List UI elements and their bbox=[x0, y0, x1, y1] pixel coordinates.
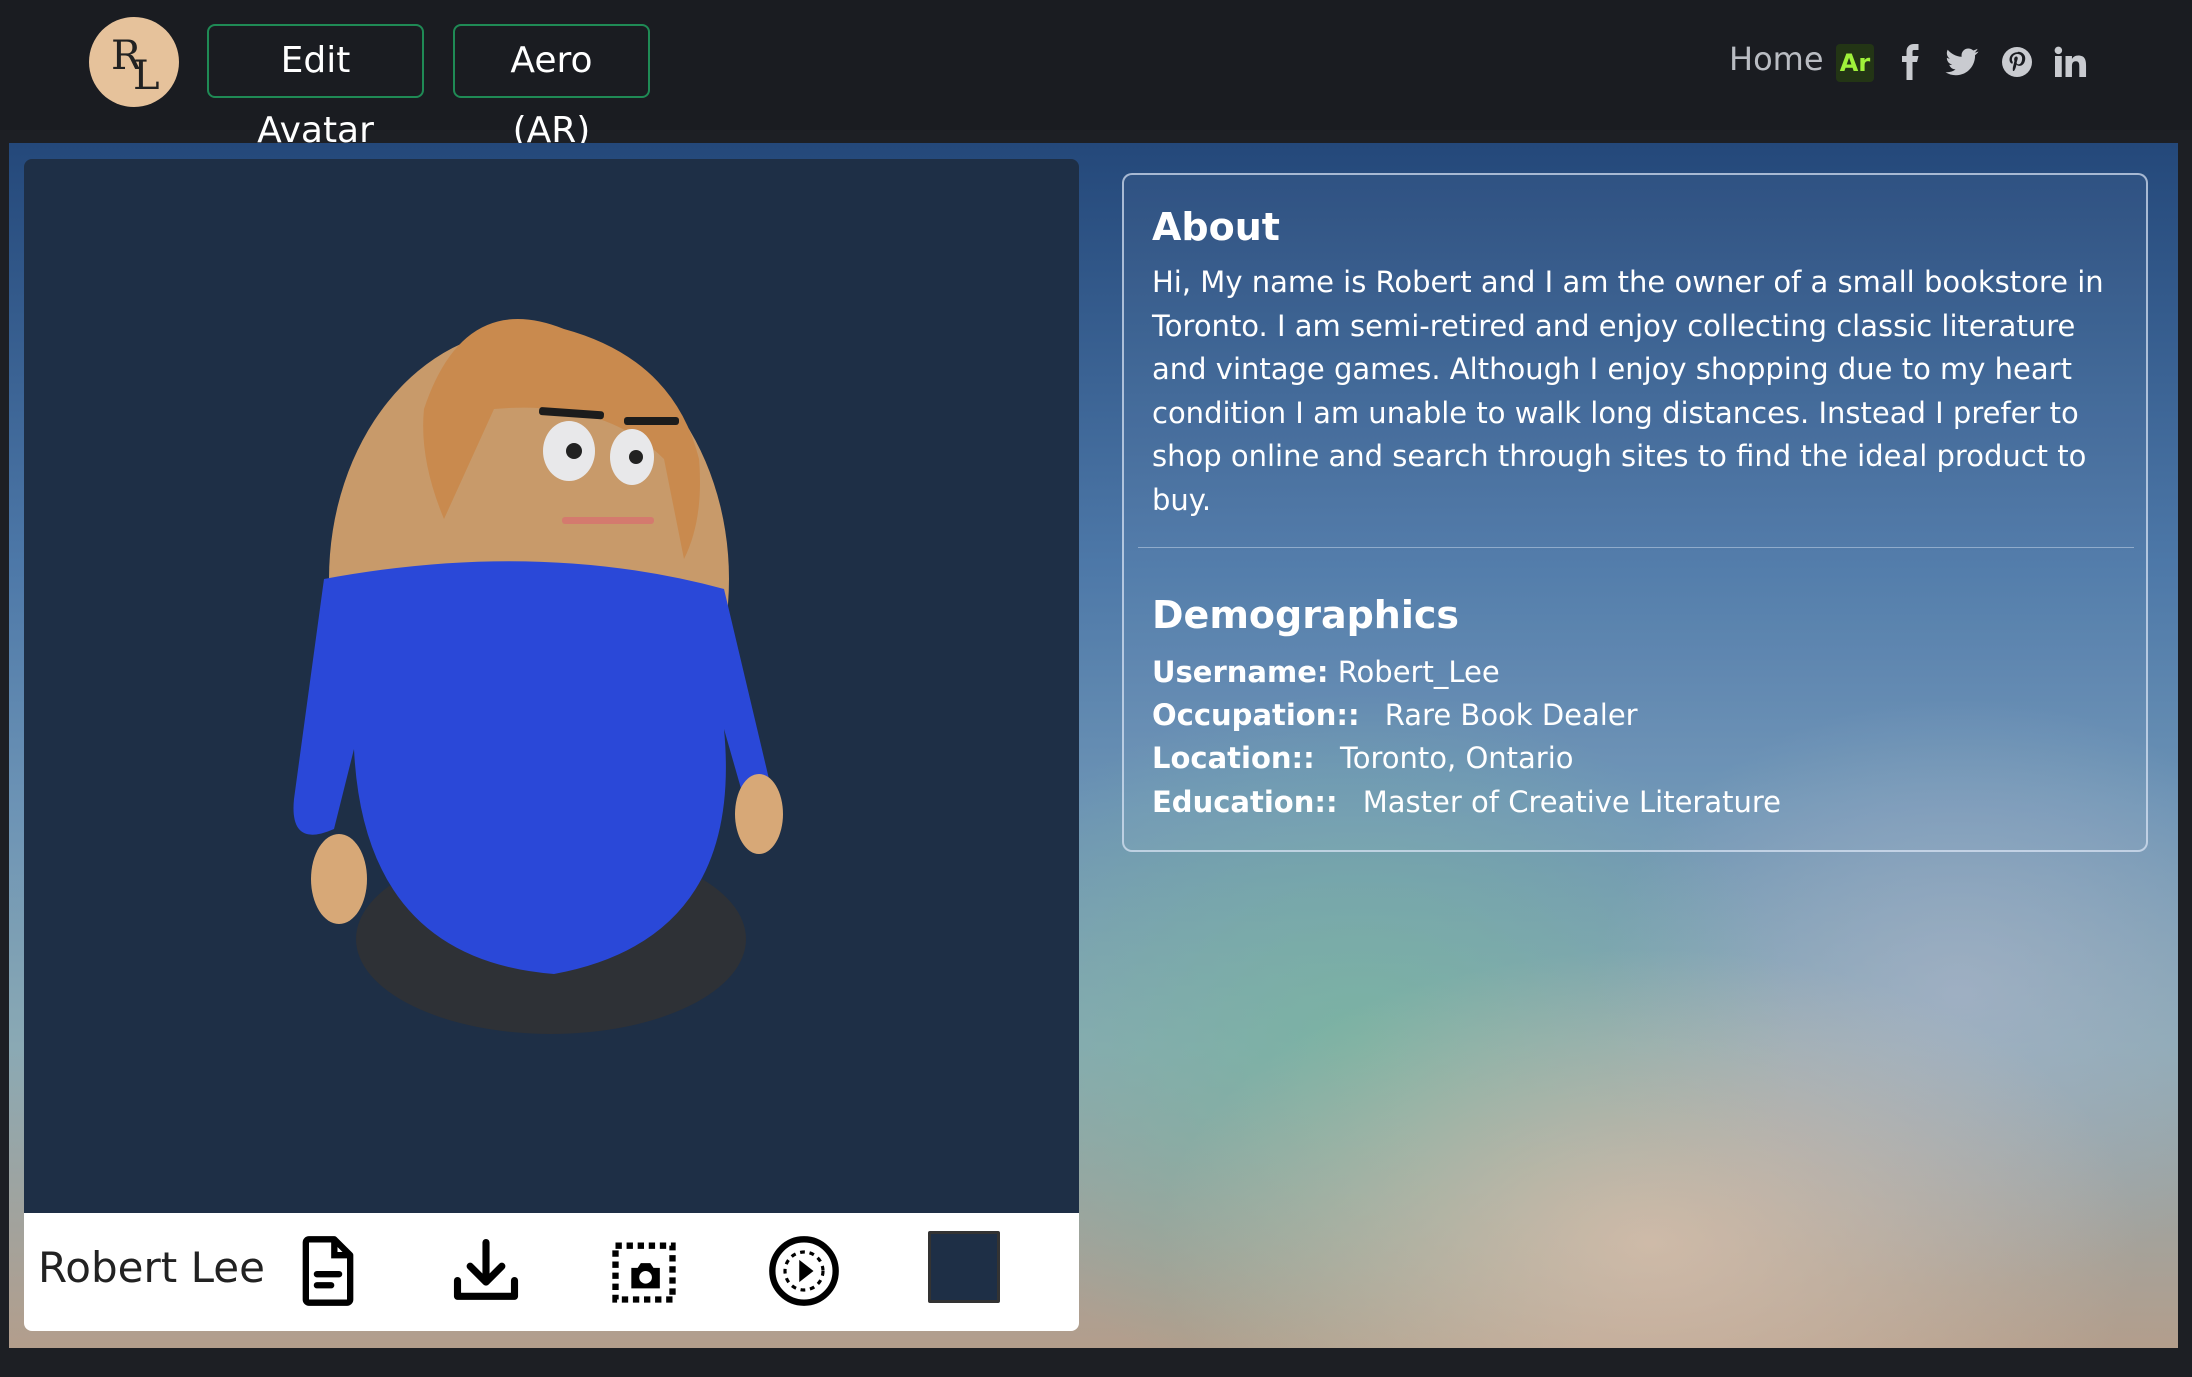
username-value: Robert_Lee bbox=[1337, 655, 1500, 689]
section-divider bbox=[1138, 547, 2134, 548]
about-heading: About bbox=[1152, 205, 1280, 249]
about-text: Hi, My name is Robert and I am the owner… bbox=[1152, 265, 2104, 517]
facebook-icon[interactable] bbox=[1893, 44, 1929, 80]
location-label: Location:: bbox=[1152, 741, 1315, 775]
avatar-3d-viewer[interactable] bbox=[24, 159, 1079, 1213]
play-animation-icon[interactable] bbox=[766, 1233, 842, 1309]
avatar-toolbar: Robert Lee bbox=[24, 1213, 1079, 1331]
education-label: Education:: bbox=[1152, 785, 1338, 819]
username-label: Username: bbox=[1152, 655, 1329, 689]
pinterest-icon[interactable] bbox=[1999, 44, 2035, 80]
demographics-education-row: Education:: Master of Creative Literatur… bbox=[1152, 785, 1781, 819]
avatar-name: Robert Lee bbox=[38, 1243, 265, 1292]
occupation-value: Rare Book Dealer bbox=[1384, 698, 1638, 732]
occupation-label: Occupation:: bbox=[1152, 698, 1360, 732]
background-color-swatch[interactable] bbox=[928, 1231, 1000, 1303]
download-icon[interactable] bbox=[448, 1233, 524, 1309]
profile-info-card: About Hi, My name is Robert and I am the… bbox=[1122, 173, 2148, 852]
demographics-username-row: Username: Robert_Lee bbox=[1152, 655, 1500, 689]
linkedin-icon[interactable] bbox=[2052, 44, 2088, 80]
screenshot-icon[interactable] bbox=[606, 1233, 682, 1309]
logo-initial-l: L bbox=[133, 53, 160, 99]
top-navbar: R L Edit Avatar Aero (AR) Home Ar bbox=[0, 0, 2192, 151]
demographics-occupation-row: Occupation:: Rare Book Dealer bbox=[1152, 698, 1638, 732]
adobe-aero-icon[interactable]: Ar bbox=[1836, 44, 1874, 82]
twitter-icon[interactable] bbox=[1944, 44, 1980, 80]
demographics-location-row: Location:: Toronto, Ontario bbox=[1152, 741, 1574, 775]
education-value: Master of Creative Literature bbox=[1362, 785, 1781, 819]
user-logo-avatar[interactable]: R L bbox=[89, 17, 179, 107]
nav-home-link[interactable]: Home bbox=[1729, 40, 1824, 78]
edit-avatar-button[interactable]: Edit Avatar bbox=[207, 24, 424, 151]
demographics-heading: Demographics bbox=[1152, 593, 1460, 637]
avatar-model[interactable] bbox=[24, 159, 1079, 1213]
location-value: Toronto, Ontario bbox=[1339, 741, 1574, 775]
document-icon[interactable] bbox=[290, 1233, 366, 1309]
aero-ar-button[interactable]: Aero (AR) bbox=[453, 24, 650, 151]
